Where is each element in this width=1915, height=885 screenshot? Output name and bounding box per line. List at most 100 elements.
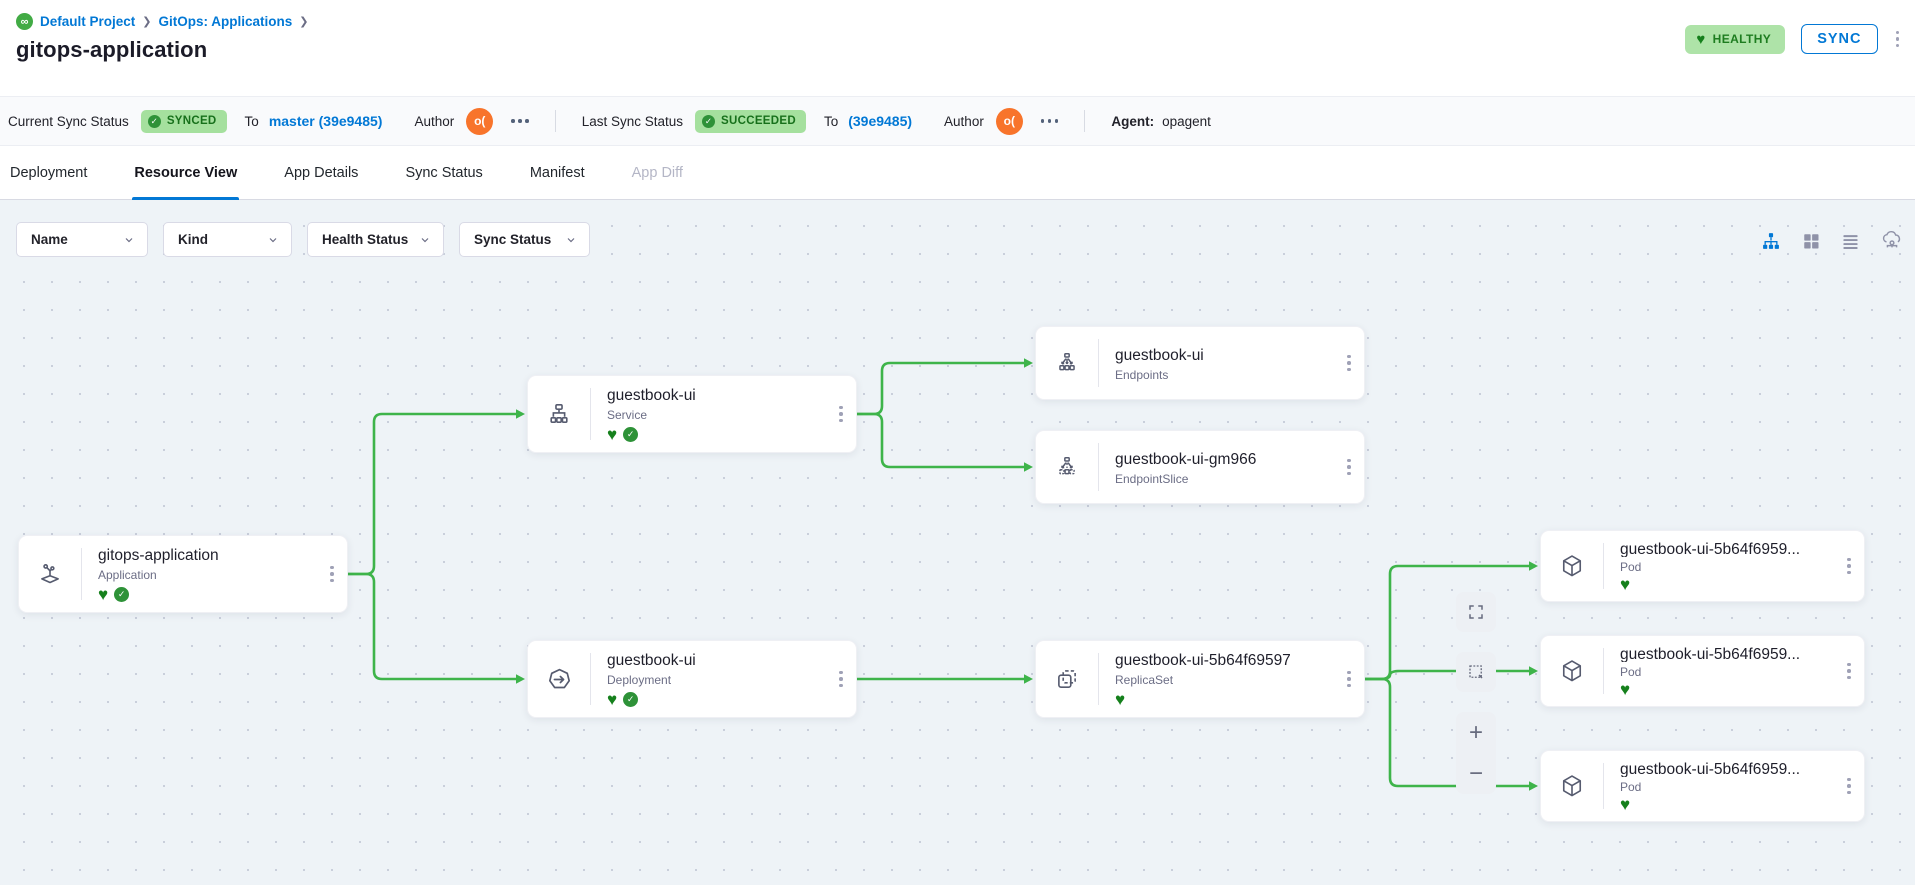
current-author-avatar: o(: [466, 108, 493, 135]
node-title: guestbook-ui-5b64f69597: [1115, 652, 1334, 670]
node-card-application[interactable]: gitops-application Application ♥ ✓: [18, 535, 348, 613]
node-kind: Pod: [1620, 560, 1834, 574]
last-sync-badge: ✓ SUCCEEDED: [695, 110, 806, 133]
page-header: ∞ Default Project ❯ GitOps: Applications…: [0, 0, 1915, 96]
endpointslice-icon: [1036, 431, 1098, 503]
node-card-deployment[interactable]: guestbook-ui Deployment ♥ ✓: [527, 640, 857, 718]
node-card-service[interactable]: guestbook-ui Service ♥ ✓: [527, 375, 857, 453]
healthy-heart-icon: ♥: [1620, 578, 1630, 592]
fit-to-screen-button[interactable]: [1456, 592, 1496, 632]
node-menu-button[interactable]: [837, 404, 845, 425]
current-more-button[interactable]: [511, 119, 529, 123]
check-circle-icon: ✓: [148, 115, 161, 128]
node-kind: Endpoints: [1115, 368, 1334, 382]
zoom-out-button[interactable]: −: [1469, 762, 1483, 786]
synced-check-icon: ✓: [623, 427, 638, 442]
name-filter-dropdown[interactable]: Name: [16, 222, 148, 257]
page-title: gitops-application: [16, 37, 1899, 63]
node-title: guestbook-ui-5b64f6959...: [1620, 646, 1834, 662]
tab-resource-view[interactable]: Resource View: [132, 146, 239, 199]
healthy-heart-icon: ♥: [1115, 693, 1125, 707]
view-toolbar: [1761, 230, 1903, 252]
zoom-in-button[interactable]: +: [1469, 721, 1483, 745]
divider: [1084, 110, 1085, 132]
health-status-badge: ♥ HEALTHY: [1685, 25, 1785, 54]
last-target-revision-link[interactable]: (39e9485): [848, 113, 912, 129]
healthy-heart-icon: ♥: [607, 428, 617, 442]
chevron-down-icon: [565, 234, 577, 246]
synced-check-icon: ✓: [623, 692, 638, 707]
node-menu-button[interactable]: [1845, 661, 1853, 682]
selection-mode-button[interactable]: [1456, 652, 1496, 692]
node-card-pod[interactable]: guestbook-ui-5b64f6959... Pod ♥: [1540, 530, 1865, 602]
synced-check-icon: ✓: [114, 587, 129, 602]
breadcrumb-project-link[interactable]: Default Project: [40, 14, 135, 29]
node-title: guestbook-ui-5b64f6959...: [1620, 541, 1834, 557]
resource-tree-canvas[interactable]: Name Kind Health Status Sync Status: [0, 200, 1915, 885]
tree-view-icon[interactable]: [1761, 231, 1781, 251]
node-card-pod[interactable]: guestbook-ui-5b64f6959... Pod ♥: [1540, 750, 1865, 822]
node-kind: EndpointSlice: [1115, 472, 1334, 486]
healthy-heart-icon: ♥: [1620, 683, 1630, 697]
health-status-filter-dropdown[interactable]: Health Status: [307, 222, 444, 257]
node-menu-button[interactable]: [328, 564, 336, 585]
node-menu-button[interactable]: [1845, 556, 1853, 577]
node-menu-button[interactable]: [1345, 353, 1353, 374]
node-title: guestbook-ui-gm966: [1115, 451, 1334, 469]
node-card-replicaset[interactable]: guestbook-ui-5b64f69597 ReplicaSet ♥: [1035, 640, 1365, 718]
sync-button[interactable]: SYNC: [1801, 24, 1877, 54]
sync-status-strip: Current Sync Status ✓ SYNCED To master (…: [0, 96, 1915, 146]
node-menu-button[interactable]: [1345, 669, 1353, 690]
node-menu-button[interactable]: [1845, 776, 1853, 797]
current-to-label: To: [245, 114, 259, 129]
current-sync-badge: ✓ SYNCED: [141, 110, 227, 133]
deployment-icon: [528, 641, 590, 717]
node-menu-button[interactable]: [1345, 457, 1353, 478]
node-card-endpoints[interactable]: guestbook-ui Endpoints: [1035, 326, 1365, 400]
chevron-right-icon: ❯: [142, 15, 151, 28]
list-view-icon[interactable]: [1841, 232, 1860, 251]
divider: [555, 110, 556, 132]
tab-bar: Deployment Resource View App Details Syn…: [0, 146, 1915, 200]
chevron-down-icon: [419, 234, 431, 246]
tab-manifest[interactable]: Manifest: [528, 146, 587, 199]
current-target-revision-link[interactable]: master (39e9485): [269, 113, 383, 129]
service-icon: [528, 376, 590, 452]
node-menu-button[interactable]: [837, 669, 845, 690]
node-kind: Pod: [1620, 780, 1834, 794]
node-card-endpointslice[interactable]: guestbook-ui-gm966 EndpointSlice: [1035, 430, 1365, 504]
check-circle-icon: ✓: [702, 115, 715, 128]
cloud-topology-icon[interactable]: [1881, 230, 1903, 252]
tab-app-details[interactable]: App Details: [282, 146, 360, 199]
node-kind: Application: [98, 568, 317, 582]
gitops-logo-icon: ∞: [16, 13, 33, 30]
node-title: guestbook-ui-5b64f6959...: [1620, 761, 1834, 777]
tab-sync-status[interactable]: Sync Status: [403, 146, 484, 199]
last-to-label: To: [824, 114, 838, 129]
pod-icon: [1541, 531, 1603, 601]
endpoints-icon: [1036, 327, 1098, 399]
agent-label: Agent:: [1111, 114, 1154, 129]
current-sync-status-label: Current Sync Status: [8, 114, 129, 129]
tab-deployment[interactable]: Deployment: [8, 146, 89, 199]
healthy-heart-icon: ♥: [1620, 798, 1630, 812]
sync-status-filter-dropdown[interactable]: Sync Status: [459, 222, 590, 257]
filter-bar: Name Kind Health Status Sync Status: [16, 222, 590, 257]
node-kind: Deployment: [607, 673, 826, 687]
tab-app-diff: App Diff: [630, 146, 685, 199]
header-menu-button[interactable]: [1894, 29, 1902, 50]
node-kind: ReplicaSet: [1115, 673, 1334, 687]
last-more-button[interactable]: [1041, 119, 1059, 123]
kind-filter-dropdown[interactable]: Kind: [163, 222, 292, 257]
breadcrumb-section-link[interactable]: GitOps: Applications: [159, 14, 293, 29]
node-title: guestbook-ui: [1115, 347, 1334, 365]
healthy-heart-icon: ♥: [607, 693, 617, 707]
last-author-label: Author: [944, 114, 984, 129]
node-kind: Pod: [1620, 665, 1834, 679]
chevron-down-icon: [267, 234, 279, 246]
application-icon: [19, 536, 81, 612]
node-title: guestbook-ui: [607, 387, 826, 405]
grid-view-icon[interactable]: [1802, 232, 1820, 250]
node-title: gitops-application: [98, 547, 317, 565]
node-card-pod[interactable]: guestbook-ui-5b64f6959... Pod ♥: [1540, 635, 1865, 707]
